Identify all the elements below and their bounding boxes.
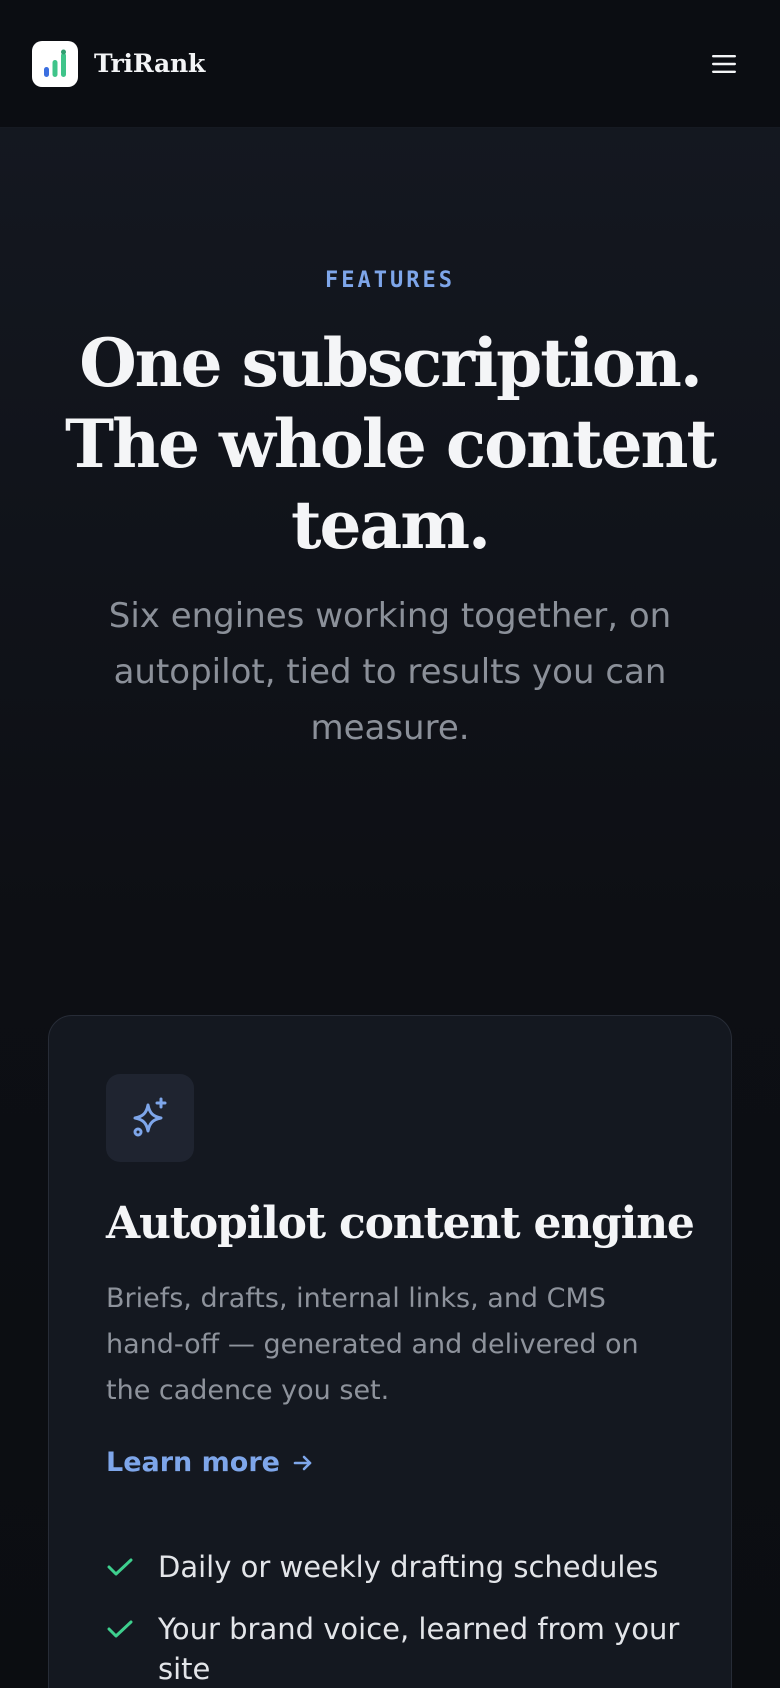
top-nav: TriRank	[0, 0, 780, 128]
feature-list: Daily or weekly drafting schedules Your …	[106, 1547, 686, 1688]
feature-description: Briefs, drafts, internal links, and CMS …	[106, 1283, 639, 1406]
feature-item-text: Your brand voice, learned from your site	[158, 1612, 680, 1686]
hero-headline: One subscription. The whole content team…	[64, 324, 717, 564]
feature-item-text: Daily or weekly drafting schedules	[158, 1550, 659, 1584]
learn-more-label: Learn more	[106, 1447, 280, 1478]
sparkles-icon	[133, 1097, 167, 1137]
checkmark-icon	[106, 1547, 136, 1587]
feature-card: Autopilot content engine Briefs, drafts,…	[48, 1015, 732, 1688]
section-eyebrow: FEATURES	[325, 268, 455, 293]
arrow-right-icon	[293, 1455, 312, 1470]
list-item: Your brand voice, learned from your site	[106, 1609, 686, 1688]
page: TriRank FEATURES One subscription. The w…	[0, 0, 780, 1688]
feature-icon-tile	[106, 1074, 194, 1162]
checkmark-icon	[106, 1609, 136, 1649]
learn-more-link[interactable]: Learn more	[106, 1447, 314, 1478]
menu-button[interactable]	[704, 44, 744, 84]
feature-title: Autopilot content engine	[106, 1198, 695, 1249]
list-item: Daily or weekly drafting schedules	[106, 1547, 686, 1587]
brand-name: TriRank	[94, 49, 206, 78]
hero-subhead: Six engines working together, on autopil…	[108, 596, 672, 748]
hamburger-menu-icon	[712, 54, 736, 73]
hero-section: FEATURES One subscription. The whole con…	[0, 128, 780, 756]
brand[interactable]: TriRank	[32, 40, 206, 87]
bar-chart-icon	[32, 40, 78, 87]
